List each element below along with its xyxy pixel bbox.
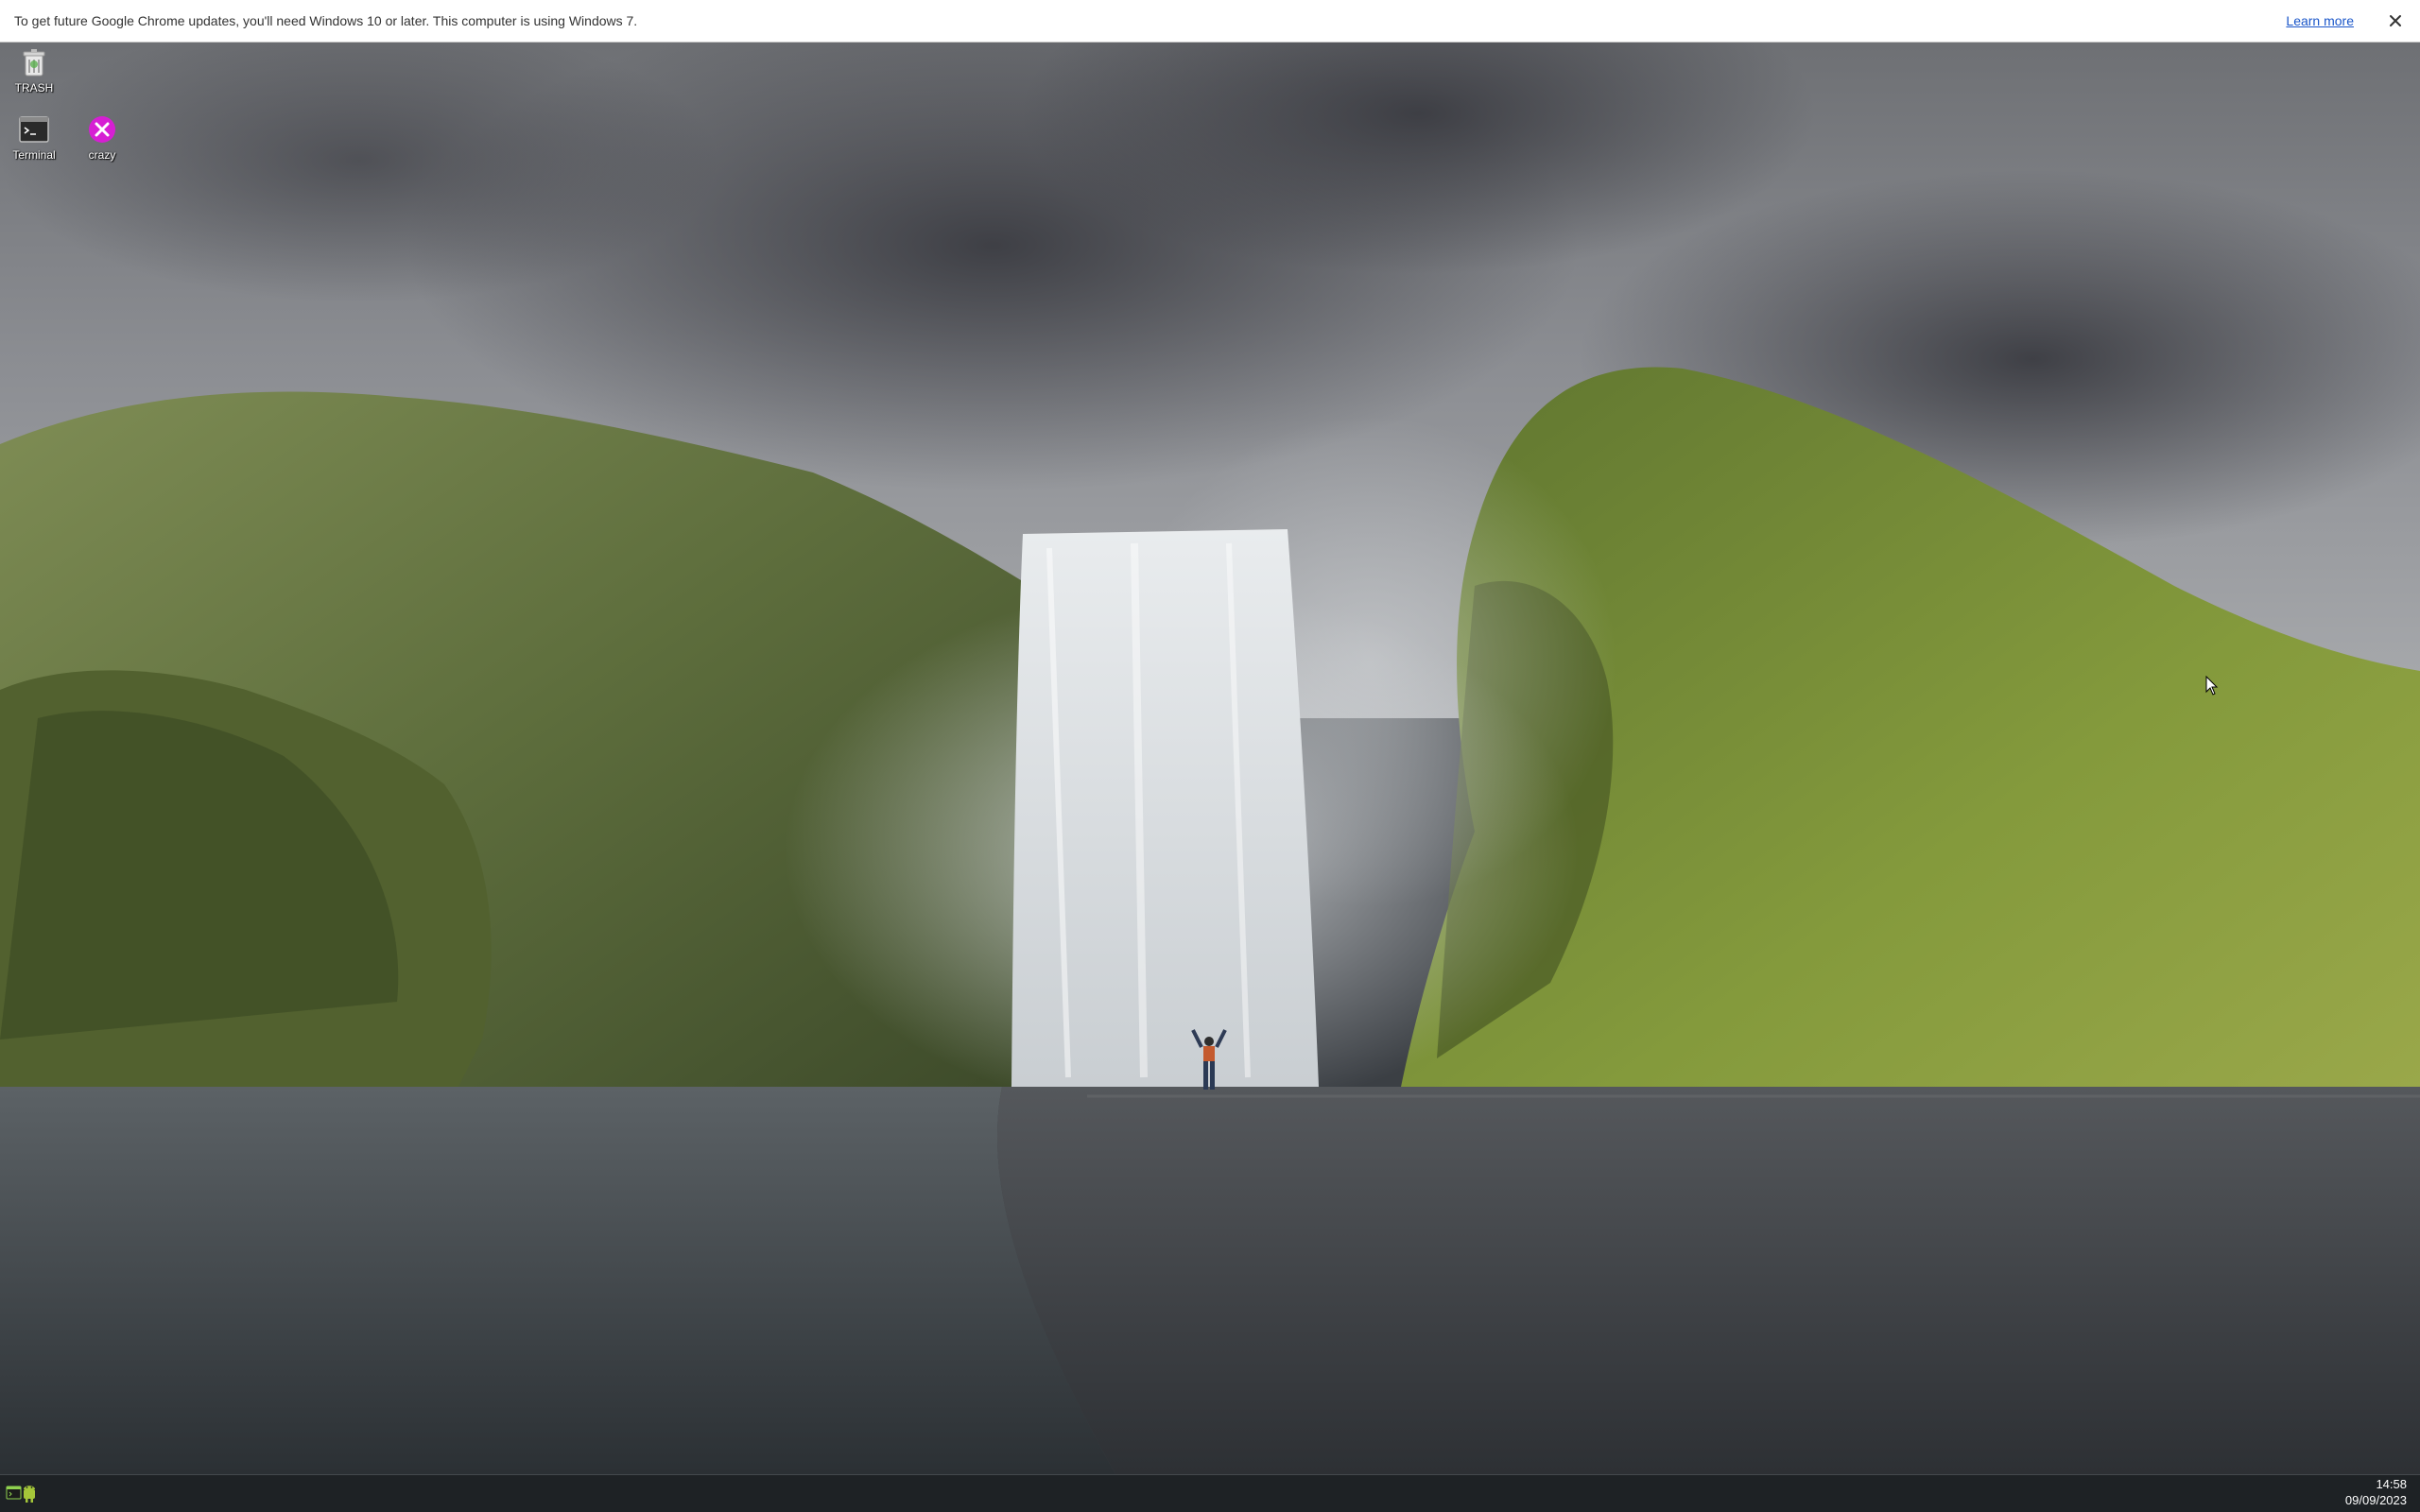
taskbar: 14:58 09/09/2023 [0, 1474, 2420, 1512]
chrome-update-infobar: To get future Google Chrome updates, you… [0, 0, 2420, 43]
desktop-icon-label: crazy [88, 148, 116, 162]
clock-time: 14:58 [2376, 1477, 2407, 1491]
desktop-icon-label: TRASH [14, 81, 54, 94]
desktop-icon-label: Terminal [12, 148, 56, 162]
clock-date: 09/09/2023 [2344, 1493, 2407, 1507]
crazy-x-icon [85, 112, 119, 146]
trash-icon [17, 45, 51, 79]
close-icon[interactable] [2384, 9, 2407, 32]
desktop-wallpaper [0, 0, 2420, 1512]
desktop-icon-trash[interactable]: TRASH [1, 45, 67, 94]
infobar-message: To get future Google Chrome updates, you… [14, 13, 638, 28]
taskbar-clock[interactable]: 14:58 09/09/2023 [2345, 1476, 2407, 1508]
desktop-icon-crazy[interactable]: crazy [69, 112, 135, 162]
android-app-icon[interactable] [21, 1483, 38, 1503]
mouse-cursor-icon [2205, 675, 2219, 696]
desktop-icon-terminal[interactable]: Terminal [1, 112, 67, 162]
learn-more-link[interactable]: Learn more [2286, 0, 2354, 42]
terminal-icon [17, 112, 51, 146]
